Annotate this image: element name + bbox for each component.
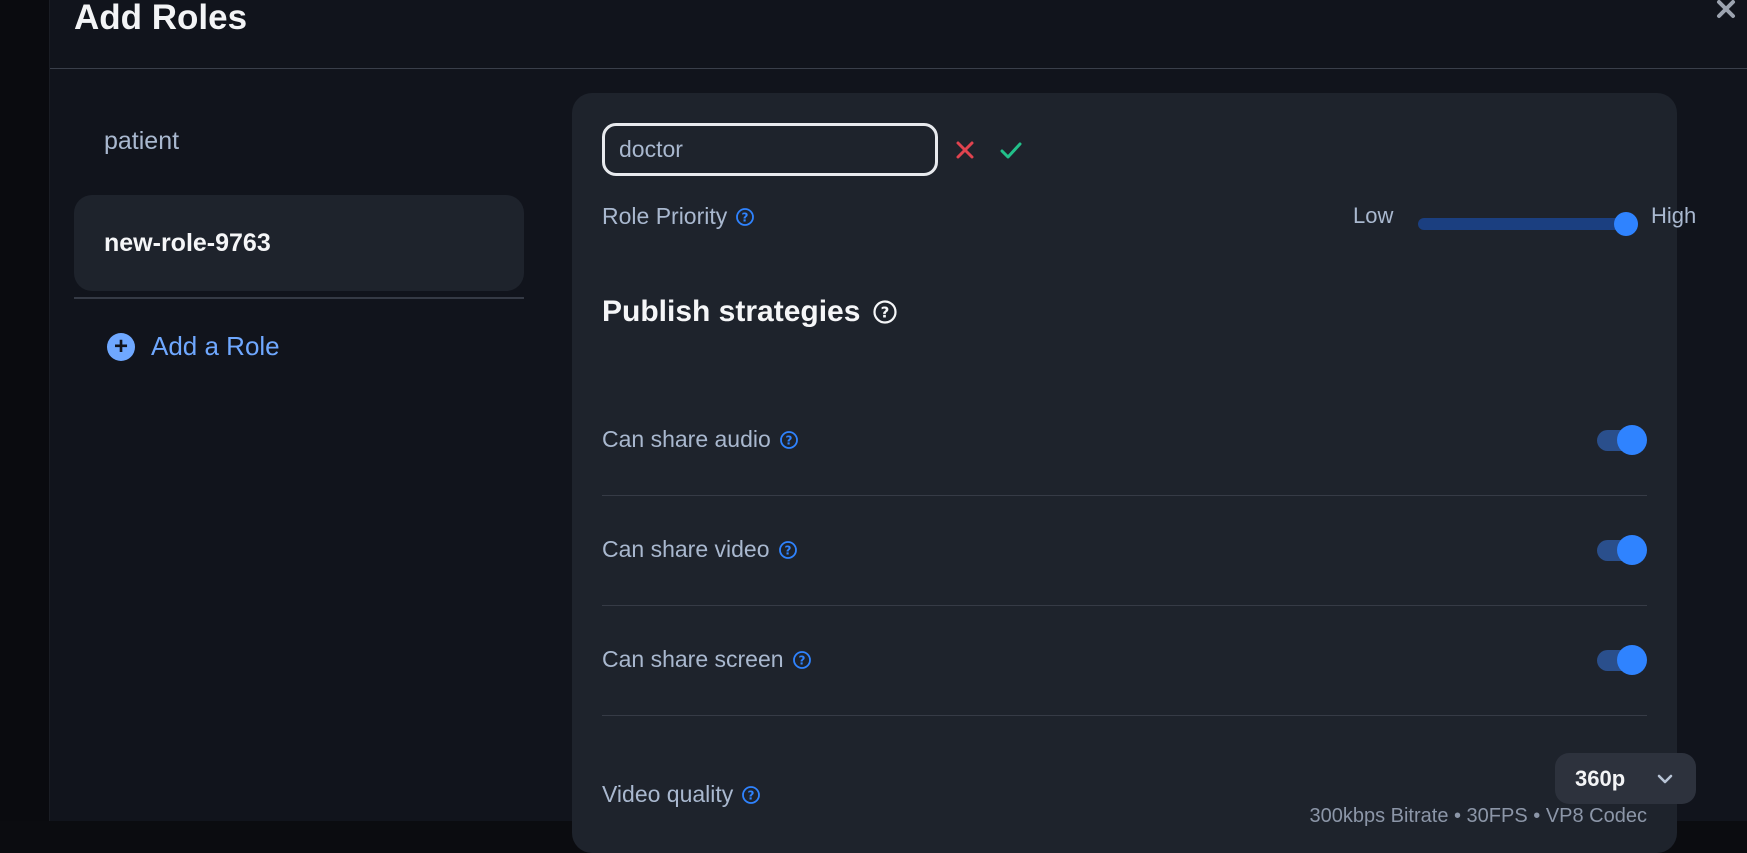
share-screen-toggle[interactable] (1595, 643, 1647, 677)
help-icon[interactable]: ? (741, 785, 761, 805)
video-quality-label: Video quality ? (602, 781, 761, 808)
role-priority-label: Role Priority ? (602, 203, 755, 230)
plus-circle-icon: + (107, 332, 135, 361)
help-icon[interactable]: ? (778, 540, 798, 560)
cancel-edit-button[interactable] (950, 135, 980, 165)
priority-slider[interactable] (1418, 208, 1638, 242)
add-role-label: Add a Role (151, 331, 280, 361)
svg-text:?: ? (742, 210, 749, 224)
help-icon[interactable]: ? (735, 207, 755, 227)
row-divider (602, 715, 1647, 716)
permission-row-audio: Can share audio ? (602, 386, 1647, 496)
svg-text:?: ? (784, 543, 791, 557)
role-list-divider (74, 297, 524, 299)
permission-label: Can share video ? (602, 536, 798, 563)
svg-text:?: ? (881, 304, 890, 322)
role-item-new-role[interactable]: new-role-9763 (74, 195, 524, 291)
svg-text:?: ? (798, 653, 805, 667)
section-title-text: Publish strategies (602, 295, 861, 328)
permission-text: Can share screen (602, 646, 784, 672)
x-icon (956, 141, 974, 159)
video-quality-value: 360p (1575, 765, 1626, 791)
video-quality-text: Video quality (602, 781, 734, 807)
permission-label: Can share audio ? (602, 426, 799, 453)
priority-slider-thumb[interactable] (1614, 212, 1638, 236)
role-editor-panel: Role Priority ? Low High Publish strateg… (572, 93, 1696, 853)
role-priority-text: Role Priority (602, 203, 728, 229)
share-audio-toggle[interactable] (1595, 423, 1647, 457)
priority-high-label: High (1651, 203, 1697, 228)
share-video-toggle[interactable] (1595, 533, 1647, 567)
priority-slider-track (1418, 218, 1638, 230)
permission-row-screen: Can share screen ? (602, 606, 1647, 716)
svg-text:?: ? (748, 788, 755, 802)
role-item-label: patient (104, 126, 180, 155)
role-item-patient[interactable]: patient (74, 100, 524, 182)
priority-low-label: Low (1353, 203, 1394, 228)
add-role-button[interactable]: + Add a Role (107, 331, 280, 362)
permission-text: Can share video (602, 536, 770, 562)
permission-row-video: Can share video ? (602, 496, 1647, 606)
toggle-thumb (1617, 535, 1647, 565)
close-icon[interactable] (1715, 0, 1741, 24)
chevron-down-icon (1657, 774, 1673, 783)
help-icon[interactable]: ? (792, 650, 812, 670)
check-icon (1000, 142, 1022, 159)
header-divider (50, 68, 1747, 69)
svg-text:?: ? (785, 433, 792, 447)
role-name-input[interactable] (602, 123, 938, 176)
toggle-thumb (1617, 645, 1647, 675)
add-roles-modal: Add Roles patient new-role-9763 + Add a … (50, 0, 1747, 853)
help-icon[interactable]: ? (779, 430, 799, 450)
toggle-thumb (1617, 425, 1647, 455)
confirm-edit-button[interactable] (996, 135, 1026, 165)
video-quality-details: 300kbps Bitrate • 30FPS • VP8 Codec (1309, 805, 1647, 827)
publish-strategies-heading: Publish strategies ? (602, 295, 898, 329)
background-strip (0, 0, 50, 821)
permission-label: Can share screen ? (602, 646, 812, 673)
role-item-label: new-role-9763 (104, 228, 271, 257)
help-icon[interactable]: ? (872, 299, 898, 325)
modal-title: Add Roles (74, 0, 248, 37)
permission-text: Can share audio (602, 426, 771, 452)
video-quality-select[interactable]: 360p (1555, 753, 1696, 804)
